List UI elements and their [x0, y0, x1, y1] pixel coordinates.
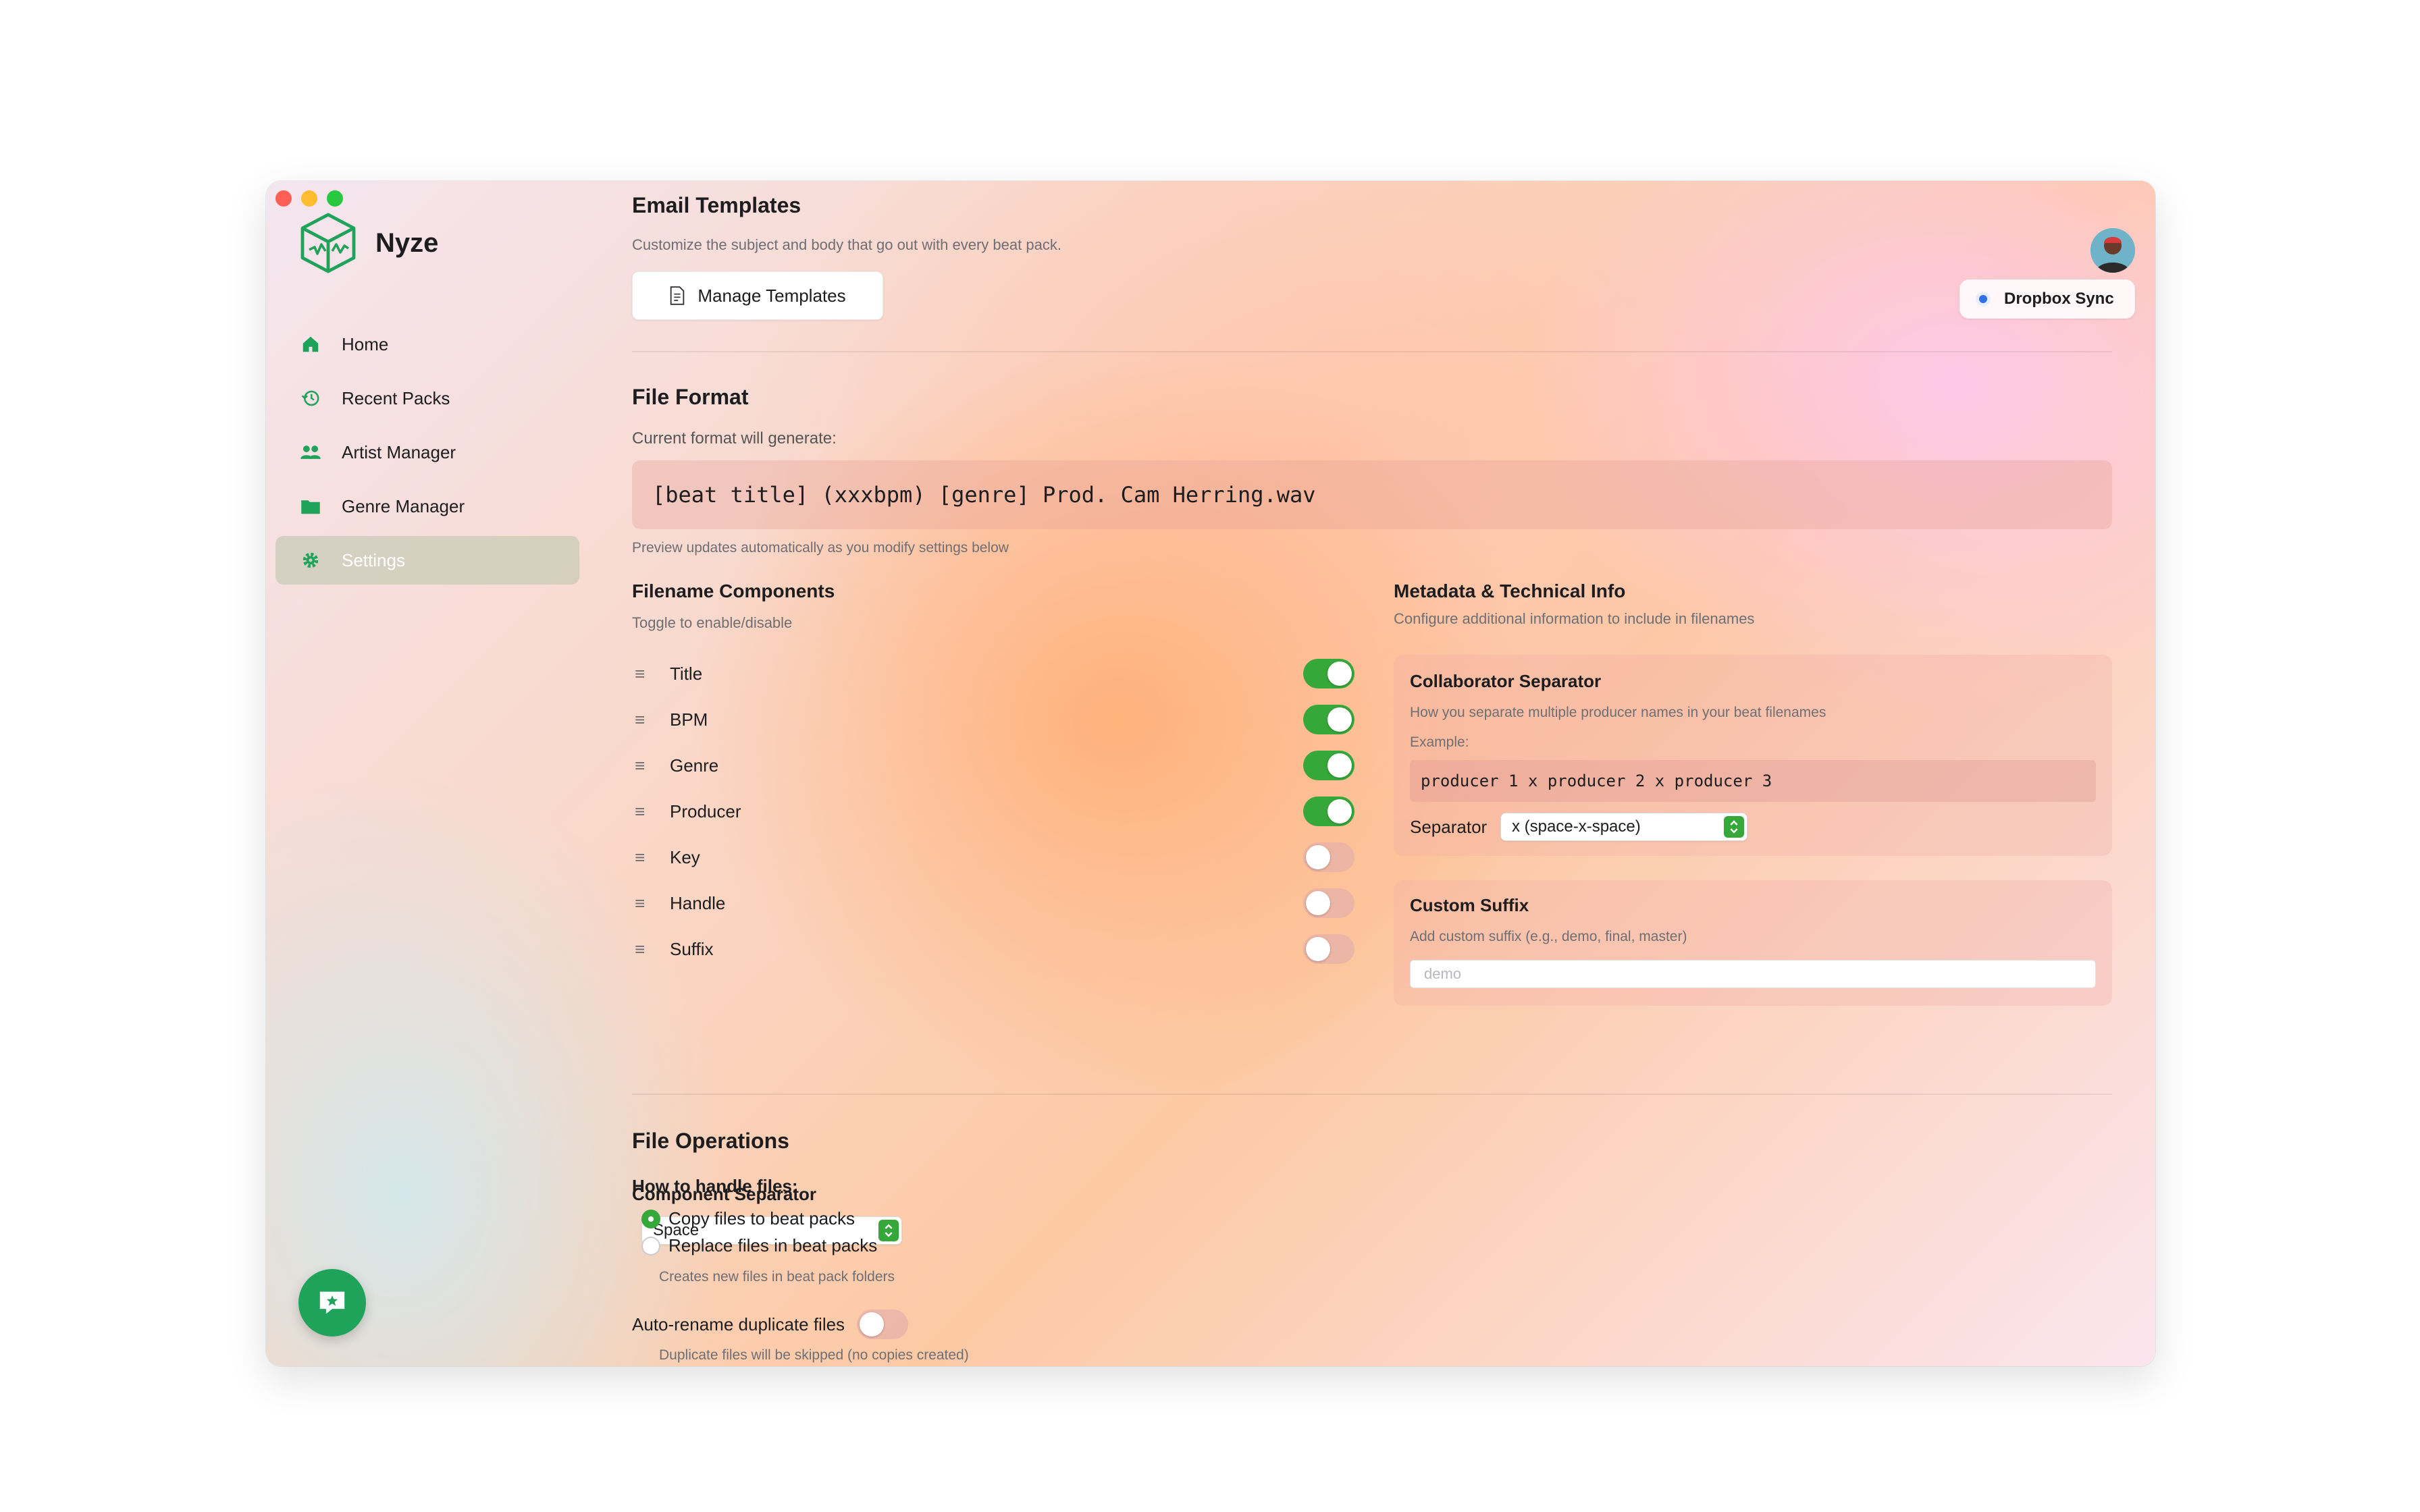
component-label: Key	[670, 846, 700, 867]
collaborator-separator-title: Collaborator Separator	[1410, 671, 1602, 691]
list-item[interactable]: ≡ BPM	[632, 697, 1354, 742]
drag-handle-icon[interactable]: ≡	[632, 847, 655, 868]
collaborator-separator-select[interactable]: x (space-x-space)	[1500, 813, 1747, 841]
email-templates-title: Email Templates	[632, 193, 801, 217]
component-label: Suffix	[670, 938, 714, 959]
filename-components-title: Filename Components	[632, 580, 835, 601]
sidebar-item-home[interactable]: Home	[275, 320, 579, 369]
app-window: Nyze Home Recent Packs Artist Manager Ge…	[266, 181, 2155, 1366]
replace-files-radio[interactable]	[641, 1236, 660, 1256]
copy-files-label: Copy files to beat packs	[668, 1208, 856, 1228]
copy-files-option[interactable]: Copy files to beat packs	[641, 1208, 855, 1229]
help-chat-button[interactable]	[298, 1269, 366, 1336]
sidebar-item-label: Genre Manager	[342, 495, 465, 516]
section-divider	[632, 351, 2112, 352]
home-icon	[300, 333, 321, 355]
producer-toggle[interactable]	[1303, 796, 1354, 826]
title-toggle[interactable]	[1303, 659, 1354, 688]
drag-handle-icon[interactable]: ≡	[632, 755, 655, 776]
collaborator-example: producer 1 x producer 2 x producer 3	[1410, 760, 2096, 802]
separator-label: Separator	[1410, 816, 1488, 837]
component-label: Handle	[670, 892, 726, 913]
collaborator-separator-value: x (space-x-space)	[1512, 817, 1641, 836]
cube-logo-icon	[300, 213, 356, 273]
sidebar-item-label: Settings	[342, 549, 405, 570]
replace-files-label: Replace files in beat packs	[668, 1235, 878, 1256]
section-divider	[632, 1094, 2112, 1095]
gear-icon	[300, 549, 321, 571]
list-item[interactable]: ≡ Suffix	[632, 926, 1354, 972]
handle-files-label: How to handle files:	[632, 1176, 798, 1196]
filename-preview: [beat title] (xxxbpm) [genre] Prod. Cam …	[632, 460, 2112, 529]
file-operations-title: File Operations	[632, 1129, 789, 1153]
history-icon	[300, 387, 321, 409]
chevron-updown-icon	[1724, 816, 1744, 838]
people-icon	[300, 441, 321, 463]
example-label: Example:	[1410, 734, 1469, 750]
file-option-hint: Creates new files in beat pack folders	[659, 1269, 895, 1285]
copy-files-radio[interactable]	[641, 1209, 660, 1228]
list-item[interactable]: ≡ Handle	[632, 880, 1354, 926]
list-item[interactable]: ≡ Producer	[632, 788, 1354, 834]
sidebar-item-label: Artist Manager	[342, 441, 456, 462]
metadata-title: Metadata & Technical Info	[1394, 580, 1626, 601]
component-label: Genre	[670, 755, 719, 776]
sidebar-item-genre-manager[interactable]: Genre Manager	[275, 482, 579, 531]
key-toggle[interactable]	[1303, 842, 1354, 872]
drag-handle-icon[interactable]: ≡	[632, 709, 655, 730]
component-label: BPM	[670, 709, 708, 730]
chat-star-icon	[319, 1291, 345, 1314]
chevron-updown-icon	[878, 1220, 899, 1241]
collaborator-separator-subtitle: How you separate multiple producer names…	[1410, 705, 1826, 720]
sidebar-item-label: Recent Packs	[342, 387, 450, 408]
list-item[interactable]: ≡ Key	[632, 834, 1354, 880]
list-item[interactable]: ≡ Title	[632, 651, 1354, 697]
drag-handle-icon[interactable]: ≡	[632, 893, 655, 914]
list-item[interactable]: ≡ Genre	[632, 742, 1354, 788]
bpm-toggle[interactable]	[1303, 705, 1354, 734]
component-label: Title	[670, 663, 703, 684]
sidebar-item-settings[interactable]: Settings	[275, 536, 579, 585]
app-name: Nyze	[375, 227, 439, 258]
custom-suffix-input[interactable]	[1410, 960, 2096, 988]
sidebar-item-artist-manager[interactable]: Artist Manager	[275, 428, 579, 477]
preview-hint: Preview updates automatically as you mod…	[632, 540, 1009, 556]
collaborator-separator-card: Collaborator Separator How you separate …	[1394, 655, 2112, 856]
custom-suffix-card: Custom Suffix Add custom suffix (e.g., d…	[1394, 880, 2112, 1006]
auto-rename-row: Auto-rename duplicate files	[632, 1310, 909, 1339]
auto-rename-hint: Duplicate files will be skipped (no copi…	[659, 1347, 969, 1363]
folder-icon	[300, 495, 321, 517]
component-label: Producer	[670, 801, 741, 821]
document-icon	[670, 286, 685, 305]
filename-components-list: ≡ Title ≡ BPM ≡ Genre ≡ Producer ≡ Key ≡…	[632, 651, 1354, 972]
auto-rename-label: Auto-rename duplicate files	[632, 1314, 845, 1334]
drag-handle-icon[interactable]: ≡	[632, 939, 655, 960]
replace-files-option[interactable]: Replace files in beat packs	[641, 1235, 877, 1256]
suffix-toggle[interactable]	[1303, 934, 1354, 964]
settings-content: Email Templates Customize the subject an…	[632, 181, 2118, 1366]
auto-rename-toggle[interactable]	[857, 1310, 909, 1339]
metadata-subtitle: Configure additional information to incl…	[1394, 610, 1755, 627]
sidebar: Nyze Home Recent Packs Artist Manager Ge…	[266, 181, 590, 1366]
drag-handle-icon[interactable]: ≡	[632, 801, 655, 822]
custom-suffix-title: Custom Suffix	[1410, 895, 1529, 915]
file-format-current-label: Current format will generate:	[632, 429, 837, 448]
genre-toggle[interactable]	[1303, 751, 1354, 780]
handle-toggle[interactable]	[1303, 888, 1354, 918]
file-format-title: File Format	[632, 385, 749, 409]
custom-suffix-subtitle: Add custom suffix (e.g., demo, final, ma…	[1410, 929, 1687, 944]
drag-handle-icon[interactable]: ≡	[632, 664, 655, 684]
brand[interactable]: Nyze	[298, 212, 438, 274]
sidebar-item-recent-packs[interactable]: Recent Packs	[275, 374, 579, 423]
sidebar-item-label: Home	[342, 333, 389, 354]
sidebar-nav: Home Recent Packs Artist Manager Genre M…	[275, 320, 579, 590]
email-templates-subtitle: Customize the subject and body that go o…	[632, 236, 1061, 253]
filename-components-subtitle: Toggle to enable/disable	[632, 614, 793, 631]
manage-templates-button[interactable]: Manage Templates	[632, 271, 883, 320]
manage-templates-label: Manage Templates	[698, 285, 846, 306]
